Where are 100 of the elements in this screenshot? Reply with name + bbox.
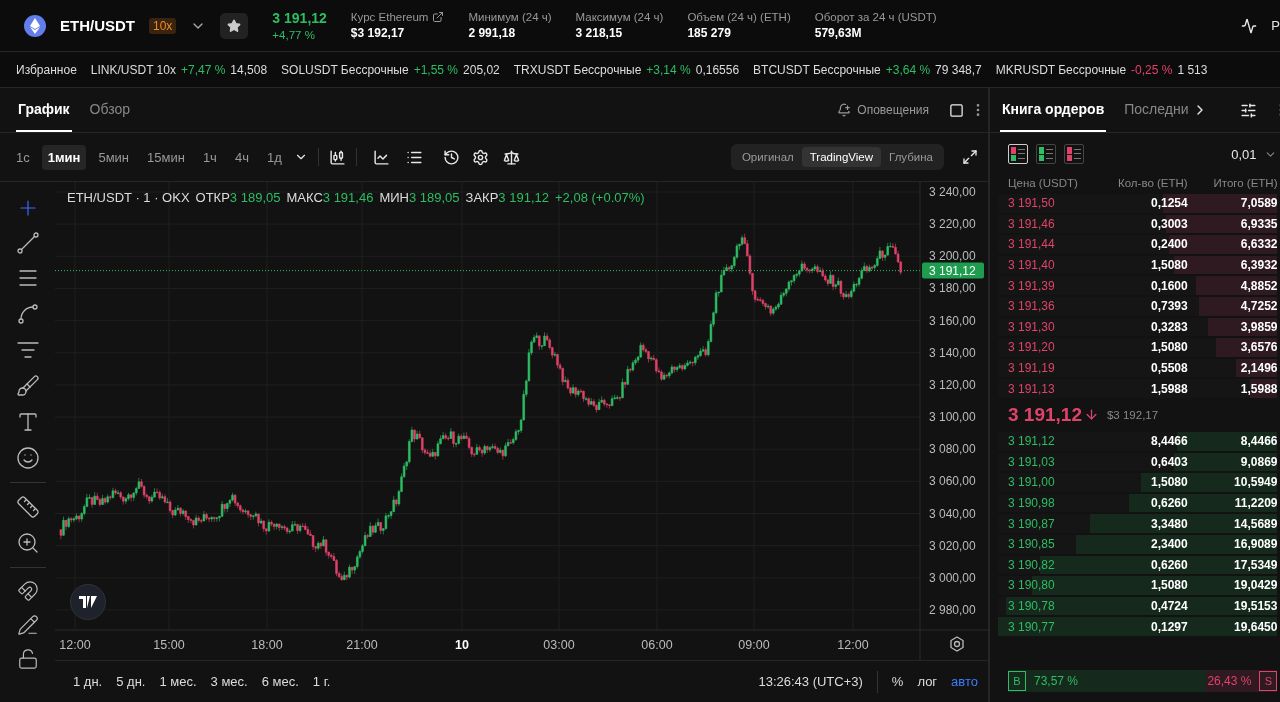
interval-button[interactable]: 1ч [196, 144, 223, 170]
pattern-icon[interactable] [15, 302, 40, 326]
ask-amount: 0,5508 [1149, 361, 1188, 376]
buy-key: B [1008, 671, 1026, 691]
range-button[interactable]: 1 дн. [73, 674, 103, 689]
time-label: 06:00 [641, 638, 673, 652]
indicator-icon[interactable] [372, 148, 390, 166]
range-button[interactable]: 6 мес. [261, 674, 299, 689]
ask-price: 3 191,36 [1008, 299, 1056, 314]
stat-label: Объем (24 ч) (ETH) [687, 11, 791, 23]
fullscreen-icon[interactable] [962, 149, 978, 165]
smile-icon[interactable] [15, 446, 40, 470]
ohlc-label: МИН [379, 190, 409, 205]
ruler-icon[interactable] [15, 495, 40, 519]
ask-price: 3 191,50 [1008, 196, 1056, 211]
price-label: 3 200,00 [929, 249, 976, 264]
bid-price: 3 191,00 [1008, 475, 1056, 490]
bid-amount: 2,3400 [1149, 537, 1188, 552]
bell-icon[interactable] [837, 103, 852, 117]
ask-price: 3 191,46 [1008, 216, 1056, 231]
ask-price: 3 191,30 [1008, 319, 1056, 334]
ask-amount: 0,1254 [1149, 196, 1188, 211]
magnet-icon[interactable] [16, 580, 39, 602]
trend-line-icon[interactable] [16, 232, 39, 254]
interval-button[interactable]: 5мин [92, 144, 136, 170]
range-button[interactable]: 1 мес. [159, 674, 197, 689]
sliders-icon[interactable] [1240, 101, 1258, 119]
price-label: 3 140,00 [929, 345, 976, 360]
scale-toggle[interactable]: авто [951, 674, 978, 689]
view-option[interactable]: Глубина [881, 147, 941, 167]
zoom-in-icon[interactable] [15, 531, 40, 555]
book-layout-button[interactable] [1036, 144, 1056, 164]
stat-value: $3 192,17 [350, 26, 406, 40]
price-label: 3 080,00 [929, 442, 976, 457]
ask-price: 3 191,44 [1008, 237, 1056, 252]
ticker-name[interactable]: LINK/USDT 10x [90, 62, 176, 77]
bid-price: 3 191,12 [1008, 434, 1056, 449]
step-select[interactable]: 0,01 [1231, 146, 1257, 162]
replay-icon[interactable] [442, 148, 460, 166]
range-button[interactable]: 5 дн. [116, 674, 146, 689]
arrow-down-icon [1083, 407, 1099, 423]
scale-toggle[interactable]: лог [917, 674, 938, 689]
bid-total: 14,5689 [1233, 516, 1278, 531]
range-button[interactable]: 1 г. [312, 674, 331, 689]
interval-button[interactable]: 4ч [228, 144, 255, 170]
view-option[interactable]: Оригинал [733, 147, 802, 167]
bid-price: 3 190,82 [1008, 557, 1056, 572]
bid-price: 3 190,98 [1008, 496, 1056, 510]
settings-icon [950, 636, 964, 652]
ask-price: 3 191,13 [1008, 381, 1056, 396]
external-link-icon[interactable] [432, 11, 445, 23]
ticker-name[interactable]: SOLUSDT Бессрочные [281, 62, 409, 77]
activity-icon[interactable] [1241, 17, 1258, 34]
bid-price: 3 190,78 [1008, 599, 1056, 613]
settings-icon[interactable] [471, 148, 489, 166]
order-book-tab[interactable]: Последни [1122, 88, 1191, 132]
interval-button[interactable]: 1мин [41, 144, 87, 170]
scale-toggle[interactable]: % [891, 674, 904, 689]
time-label: 03:00 [543, 638, 575, 652]
ask-total: 7,0589 [1239, 196, 1278, 211]
ticker-name[interactable]: BTCUSDT Бессрочные [753, 62, 881, 77]
range-button[interactable]: 3 мес. [210, 674, 248, 689]
bid-amount: 0,6260 [1149, 496, 1188, 510]
stat-label: Минимум (24 ч) [468, 11, 552, 23]
ask-amount: 0,3003 [1149, 216, 1188, 231]
interval-button[interactable]: 15мин [141, 144, 191, 170]
brush-icon[interactable] [15, 374, 40, 398]
bid-amount: 1,5080 [1149, 578, 1188, 593]
candlestick-icon[interactable] [328, 148, 346, 166]
ohlc-label: ЗАКР [465, 190, 499, 205]
stat-value: 2 991,18 [468, 26, 517, 40]
chart-tab[interactable]: Обзор [87, 88, 133, 132]
ticker-price: 0,16556 [695, 62, 740, 77]
ticker-change: -0,25 % [1131, 62, 1173, 77]
column-header: Цена (USDT) [1008, 177, 1079, 189]
unlock-icon[interactable] [16, 648, 39, 670]
bid-amount: 0,1297 [1149, 619, 1188, 634]
stat-label: Курс Ethereum [350, 11, 429, 23]
stat-label: Максимум (24 ч) [575, 11, 664, 23]
window-icon[interactable] [949, 102, 964, 118]
alerts-link[interactable]: Оповещения [857, 103, 929, 117]
chart-tab[interactable]: График [16, 88, 72, 132]
interval-button[interactable]: 1с [10, 144, 36, 170]
ask-total: 6,6332 [1239, 237, 1278, 252]
interval-button[interactable]: 1д [260, 144, 288, 170]
price-label: 3 000,00 [929, 570, 976, 585]
order-book-tab[interactable]: Книга ордеров [1000, 88, 1107, 132]
view-option[interactable]: TradingView [801, 147, 882, 167]
bid-amount: 1,5080 [1149, 475, 1188, 490]
time-label: 21:00 [346, 638, 378, 652]
time-label: 15:00 [153, 638, 185, 652]
favorite-button[interactable] [220, 12, 249, 39]
ask-amount: 1,5988 [1149, 381, 1188, 396]
stat-value: 579,63M [814, 26, 863, 40]
scale-icon[interactable] [502, 148, 520, 166]
pencil-icon[interactable] [16, 614, 39, 636]
ticker-name[interactable]: MKRUSDT Бессрочные [995, 62, 1127, 77]
tradingview-logo-icon [70, 584, 106, 620]
sell-share: 26,43 % [1207, 674, 1252, 688]
ticker-name[interactable]: TRXUSDT Бессрочные [513, 62, 642, 77]
